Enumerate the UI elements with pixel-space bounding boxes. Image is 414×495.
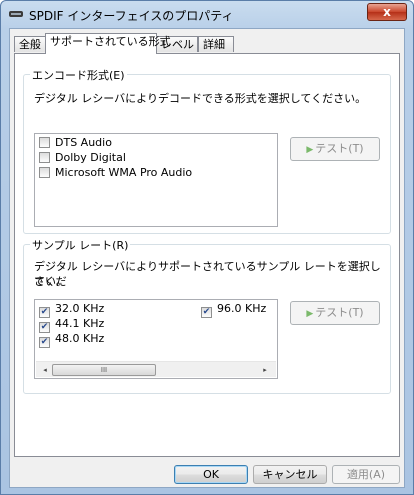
encode-format-group: エンコード形式(E) デジタル レシーバによりデコードできる形式を選択してくださ… bbox=[23, 67, 391, 234]
checkbox-96khz[interactable]: ✔ bbox=[201, 307, 212, 318]
sample-test-label: テスト(T) bbox=[315, 306, 364, 319]
window-title: SPDIF インターフェイスのプロパティ bbox=[29, 9, 234, 23]
encode-format-title: エンコード形式(E) bbox=[30, 67, 127, 83]
rate-item-96[interactable]: ✔ 96.0 KHz bbox=[201, 302, 267, 318]
sample-rate-title: サンプル レート(R) bbox=[30, 237, 131, 253]
checkbox-dts[interactable] bbox=[39, 137, 50, 148]
close-button[interactable]: x bbox=[367, 3, 407, 21]
rate-item-48[interactable]: ✔ 48.0 KHz bbox=[39, 332, 105, 348]
encode-format-description: デジタル レシーバによりデコードできる形式を選択してください。 bbox=[34, 92, 367, 105]
scroll-thumb[interactable]: III bbox=[52, 364, 156, 376]
rate-label: 48.0 KHz bbox=[55, 332, 105, 345]
format-label: Dolby Digital bbox=[55, 151, 126, 164]
checkbox-48khz[interactable]: ✔ bbox=[39, 337, 50, 348]
format-item-dolby[interactable]: Dolby Digital bbox=[39, 151, 126, 165]
play-icon: ▶ bbox=[306, 309, 314, 319]
tab-advanced[interactable]: 詳細 bbox=[198, 36, 234, 52]
encode-test-label: テスト(T) bbox=[315, 142, 364, 155]
ok-button[interactable]: OK bbox=[174, 465, 248, 484]
sample-rate-description-line1: デジタル レシーバによりサポートされているサンプル レートを選択してくだ bbox=[34, 260, 381, 288]
checkbox-wma-pro[interactable] bbox=[39, 167, 50, 178]
play-icon: ▶ bbox=[306, 145, 314, 155]
sample-rate-description-line2: さい。 bbox=[34, 275, 67, 288]
encode-format-list[interactable]: DTS Audio Dolby Digital Microsoft WMA Pr… bbox=[34, 133, 278, 227]
encode-test-button[interactable]: ▶ テスト(T) bbox=[290, 137, 380, 161]
format-item-wma-pro[interactable]: Microsoft WMA Pro Audio bbox=[39, 166, 192, 180]
rate-item-32[interactable]: ✔ 32.0 KHz bbox=[39, 302, 105, 318]
cancel-button[interactable]: キャンセル bbox=[253, 465, 327, 484]
horizontal-scrollbar[interactable]: ◂ III ▸ bbox=[36, 361, 276, 377]
speaker-icon bbox=[9, 11, 23, 17]
sample-test-button[interactable]: ▶ テスト(T) bbox=[290, 301, 380, 325]
apply-button[interactable]: 適用(A) bbox=[332, 465, 400, 484]
scroll-left-icon[interactable]: ◂ bbox=[38, 364, 52, 376]
rate-label: 44.1 KHz bbox=[55, 317, 105, 330]
format-item-dts[interactable]: DTS Audio bbox=[39, 136, 112, 150]
format-label: Microsoft WMA Pro Audio bbox=[55, 166, 193, 179]
scroll-right-icon[interactable]: ▸ bbox=[258, 364, 272, 376]
rate-item-44[interactable]: ✔ 44.1 KHz bbox=[39, 317, 105, 333]
format-label: DTS Audio bbox=[55, 136, 112, 149]
tab-supported-formats[interactable]: サポートされている形式 bbox=[45, 33, 171, 54]
properties-window: SPDIF インターフェイスのプロパティ x 全般 サポートされている形式 レベ… bbox=[0, 0, 414, 495]
sample-rate-group: サンプル レート(R) デジタル レシーバによりサポートされているサンプル レー… bbox=[23, 237, 391, 394]
tab-general[interactable]: 全般 bbox=[14, 36, 47, 52]
title-bar[interactable]: SPDIF インターフェイスのプロパティ x bbox=[1, 1, 413, 27]
checkbox-dolby[interactable] bbox=[39, 152, 50, 163]
sample-rate-list[interactable]: ✔ 32.0 KHz ✔ 44.1 KHz ✔ 48.0 KHz ✔ 96.0 KHz … bbox=[34, 299, 278, 379]
dialog-client: 全般 サポートされている形式 レベル 詳細 エンコード形式(E) デジタル レシ… bbox=[9, 28, 405, 488]
rate-label: 32.0 KHz bbox=[55, 302, 105, 315]
tab-panel: エンコード形式(E) デジタル レシーバによりデコードできる形式を選択してくださ… bbox=[14, 53, 400, 457]
rate-label: 96.0 KHz bbox=[217, 302, 267, 315]
